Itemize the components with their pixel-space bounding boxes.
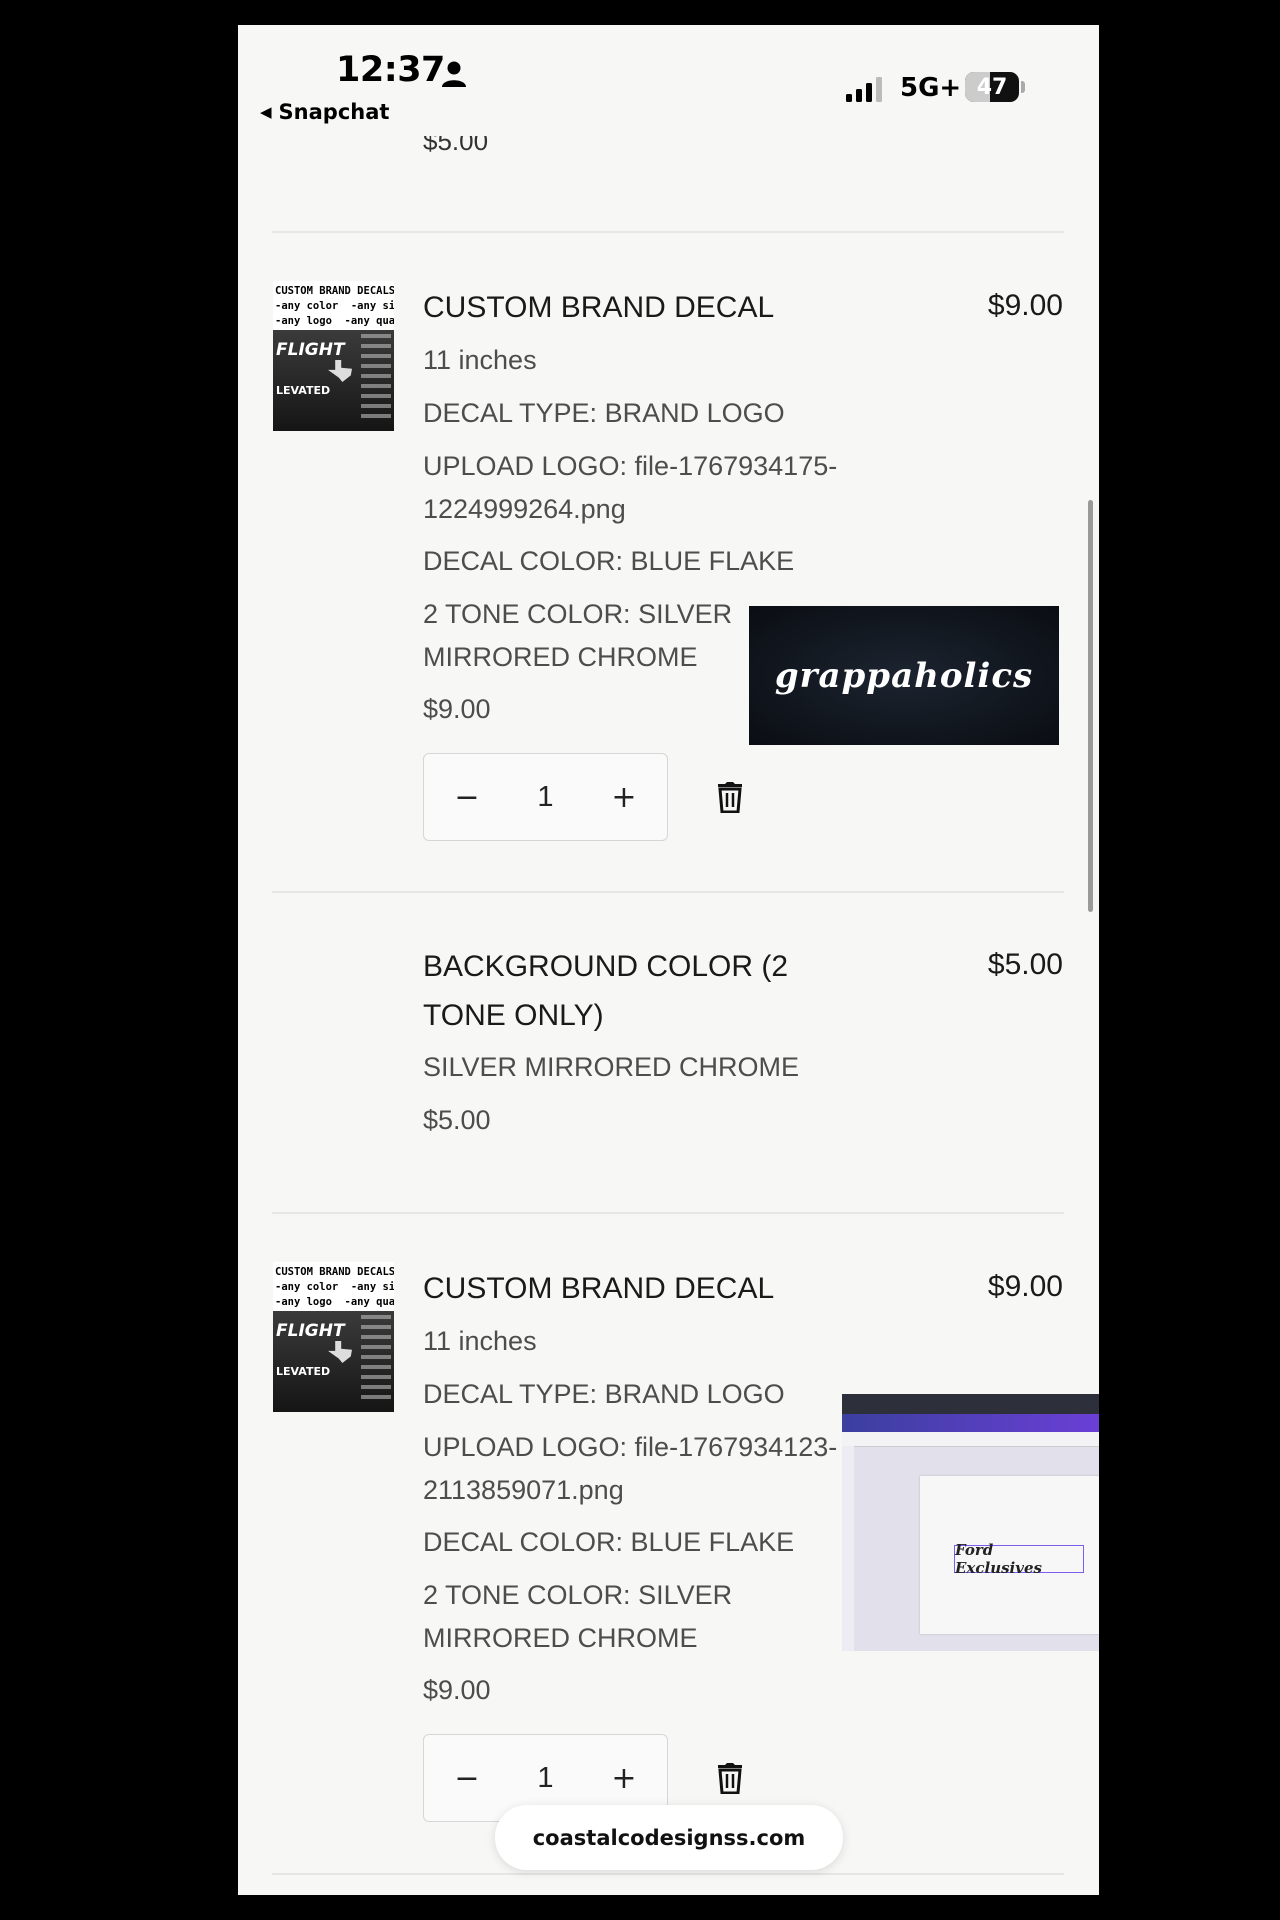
item-title[interactable]: CUSTOM BRAND DECAL	[423, 1264, 774, 1313]
back-app-label: Snapchat	[278, 100, 390, 124]
item-separator	[272, 1212, 1064, 1214]
item-decal-type: DECAL TYPE: BRAND LOGO	[423, 398, 785, 428]
item-two-tone-color: 2 TONE COLOR: SILVER MIRRORED CHROME	[423, 1574, 732, 1660]
logo-preview-text: grappaholics	[774, 655, 1034, 696]
item-unit-price: $5.00	[423, 1105, 491, 1135]
thumbnail-header: CUSTOM BRAND DECALS -any color -any size…	[273, 1262, 394, 1311]
upload-logo-line-2: 1224999264.png	[423, 494, 626, 524]
decal-marks	[361, 334, 391, 424]
texas-shape-icon	[328, 360, 352, 382]
back-to-app-link[interactable]: ◀ Snapchat	[260, 100, 389, 124]
decal-marks	[361, 1315, 391, 1405]
item-upload-logo: UPLOAD LOGO: file-1767934175- 1224999264…	[423, 445, 837, 531]
quantity-value[interactable]: 1	[537, 1762, 553, 1795]
upload-logo-line-1: UPLOAD LOGO: file-1767934123-	[423, 1432, 838, 1462]
trash-icon[interactable]	[716, 1762, 744, 1794]
item-upload-logo: UPLOAD LOGO: file-1767934123- 2113859071…	[423, 1426, 837, 1512]
status-time: 12:37	[336, 50, 445, 90]
person-icon	[442, 61, 466, 87]
quantity-stepper: − 1 +	[423, 753, 668, 841]
upload-logo-line-1: UPLOAD LOGO: file-1767934175-	[423, 451, 838, 481]
logo-preview-text: Ford Exclusives	[955, 1541, 1042, 1577]
item-decal-type: DECAL TYPE: BRAND LOGO	[423, 1379, 785, 1409]
battery-nub	[1021, 81, 1025, 93]
back-triangle-icon: ◀	[260, 103, 272, 121]
item-title[interactable]: CUSTOM BRAND DECAL	[423, 283, 774, 332]
scrollbar[interactable]	[1088, 500, 1093, 912]
logo-selection-box: Ford Exclusives	[954, 1541, 1084, 1577]
browser-tabs	[842, 1394, 1099, 1414]
url-pill[interactable]: coastalcodesignss.com	[495, 1805, 843, 1870]
item-line-price: $9.00	[987, 1270, 1063, 1303]
thumbnail-brand: FLIGHT	[276, 340, 345, 360]
battery-indicator: 47	[965, 72, 1019, 102]
product-thumbnail[interactable]: CUSTOM BRAND DECALS -any color -any size…	[273, 1262, 394, 1412]
item-unit-price: $9.00	[423, 1675, 491, 1705]
editor-sidebar	[842, 1446, 854, 1651]
item-line-price: $5.00	[987, 948, 1063, 981]
item-decal-color: DECAL COLOR: BLUE FLAKE	[423, 546, 795, 576]
thumbnail-brand: FLIGHT	[276, 1321, 345, 1341]
editor-toolbar	[842, 1432, 1099, 1447]
item-title[interactable]: BACKGROUND COLOR (2 TONE ONLY)	[423, 942, 788, 1040]
thumbnail-header: CUSTOM BRAND DECALS -any color -any size…	[273, 281, 394, 330]
quantity-value[interactable]: 1	[537, 781, 553, 814]
item-unit-price: $9.00	[423, 694, 491, 724]
item-size: 11 inches	[423, 345, 537, 375]
item-separator	[272, 231, 1064, 233]
phone-screen: 12:37 ◀ Snapchat 5G+ 47 $5.00 CUSTOM BRA…	[238, 25, 1099, 1895]
item-option: SILVER MIRRORED CHROME	[423, 1052, 800, 1082]
decrease-quantity-button[interactable]: −	[452, 1761, 482, 1796]
item-separator	[272, 891, 1064, 893]
two-tone-line-1: 2 TONE COLOR: SILVER	[423, 599, 733, 629]
title-line-2: TONE ONLY)	[423, 999, 604, 1032]
texas-shape-icon	[328, 1341, 352, 1363]
product-thumbnail[interactable]: CUSTOM BRAND DECALS -any color -any size…	[273, 281, 394, 431]
upload-logo-line-2: 2113859071.png	[423, 1475, 624, 1505]
thumbnail-brand-2: LEVATED	[276, 384, 331, 397]
item-decal-color: DECAL COLOR: BLUE FLAKE	[423, 1527, 795, 1557]
partial-price: $5.00	[423, 126, 489, 156]
item-separator	[272, 1873, 1064, 1875]
item-two-tone-color: 2 TONE COLOR: SILVER MIRRORED CHROME	[423, 593, 732, 679]
two-tone-line-2: MIRRORED CHROME	[423, 642, 698, 672]
two-tone-line-1: 2 TONE COLOR: SILVER	[423, 1580, 733, 1610]
logo-preview-screenshot: Ford Exclusives	[842, 1394, 1099, 1651]
item-line-price: $9.00	[987, 289, 1063, 322]
trash-icon[interactable]	[716, 781, 744, 813]
two-tone-line-2: MIRRORED CHROME	[423, 1623, 698, 1653]
battery-level: 47	[976, 74, 1008, 100]
increase-quantity-button[interactable]: +	[609, 780, 639, 815]
editor-header-bar	[842, 1414, 1099, 1432]
signal-icon	[846, 77, 882, 102]
network-type: 5G+	[900, 73, 962, 103]
thumbnail-brand-2: LEVATED	[276, 1365, 331, 1378]
increase-quantity-button[interactable]: +	[609, 1761, 639, 1796]
item-size: 11 inches	[423, 1326, 537, 1356]
title-line-1: BACKGROUND COLOR (2	[423, 950, 789, 983]
logo-preview-image: grappaholics	[749, 606, 1059, 745]
decrease-quantity-button[interactable]: −	[452, 780, 482, 815]
